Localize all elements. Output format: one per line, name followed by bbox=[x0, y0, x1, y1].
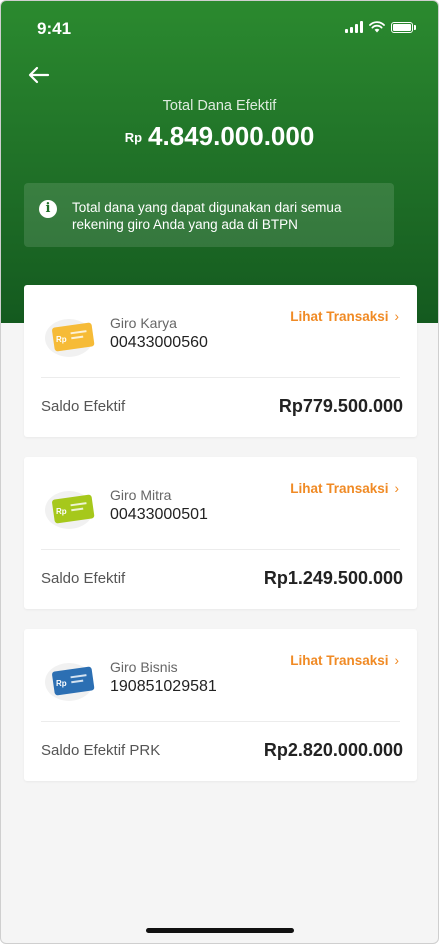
info-box: i Total dana yang dapat digunakan dari s… bbox=[24, 183, 394, 247]
saldo-label: Saldo Efektif bbox=[41, 398, 126, 415]
account-name: Giro Mitra bbox=[110, 487, 172, 503]
account-card[interactable]: Rp Giro Karya 00433000560 Lihat Transaks… bbox=[24, 285, 417, 437]
account-card[interactable]: Rp Giro Mitra 00433000501 Lihat Transaks… bbox=[24, 457, 417, 609]
link-label: Lihat Transaksi bbox=[290, 481, 389, 496]
currency-label: Rp bbox=[124, 130, 143, 145]
view-transactions-link[interactable]: Lihat Transaksi › bbox=[290, 309, 399, 324]
card-badge: Rp bbox=[56, 507, 67, 516]
status-time: 9:41 bbox=[37, 19, 72, 38]
view-transactions-link[interactable]: Lihat Transaksi › bbox=[290, 653, 399, 668]
card-badge: Rp bbox=[56, 335, 67, 344]
status-icons bbox=[345, 21, 416, 33]
account-card[interactable]: Rp Giro Bisnis 190851029581 Lihat Transa… bbox=[24, 629, 417, 781]
account-name: Giro Karya bbox=[110, 315, 177, 331]
account-number: 00433000501 bbox=[110, 506, 208, 523]
info-icon: i bbox=[39, 200, 57, 218]
saldo-label: Saldo Efektif PRK bbox=[41, 742, 161, 759]
wifi-icon bbox=[369, 21, 385, 33]
card-badge: Rp bbox=[56, 679, 67, 688]
saldo-value: Rp779.500.000 bbox=[278, 396, 403, 416]
arrow-left-icon[interactable] bbox=[27, 65, 51, 85]
signal-icon bbox=[345, 21, 363, 33]
total-label: Total Dana Efektif bbox=[162, 98, 277, 114]
status-bar: 9:41 bbox=[1, 1, 438, 55]
link-label: Lihat Transaksi bbox=[290, 653, 389, 668]
card-icon: Rp bbox=[45, 319, 95, 357]
account-number: 190851029581 bbox=[110, 678, 217, 695]
saldo-label: Saldo Efektif bbox=[41, 570, 126, 587]
home-indicator[interactable] bbox=[146, 928, 294, 933]
card-divider bbox=[41, 549, 400, 550]
card-icon: Rp bbox=[45, 663, 95, 701]
total-amount: Rp 4.849.000.000 bbox=[1, 121, 438, 152]
account-number: 00433000560 bbox=[110, 334, 208, 351]
chevron-right-icon: › bbox=[394, 653, 400, 668]
total-amount-value: 4.849.000.000 bbox=[148, 121, 315, 151]
saldo-value: Rp1.249.500.000 bbox=[263, 568, 403, 588]
account-name: Giro Bisnis bbox=[110, 659, 178, 675]
chevron-right-icon: › bbox=[394, 481, 400, 496]
battery-tip bbox=[414, 24, 416, 30]
phone-screen: 9:41 Total Dana Efektif Rp 4.849.000.000 bbox=[0, 0, 439, 944]
card-divider bbox=[41, 377, 400, 378]
view-transactions-link[interactable]: Lihat Transaksi › bbox=[290, 481, 399, 496]
info-text: Total dana yang dapat digunakan dari sem… bbox=[72, 200, 342, 232]
battery-icon bbox=[391, 21, 413, 33]
header: 9:41 Total Dana Efektif Rp 4.849.000.000 bbox=[1, 1, 438, 323]
saldo-value: Rp2.820.000.000 bbox=[263, 740, 403, 760]
card-icon: Rp bbox=[45, 491, 95, 529]
link-label: Lihat Transaksi bbox=[290, 309, 389, 324]
chevron-right-icon: › bbox=[394, 309, 400, 324]
card-divider bbox=[41, 721, 400, 722]
